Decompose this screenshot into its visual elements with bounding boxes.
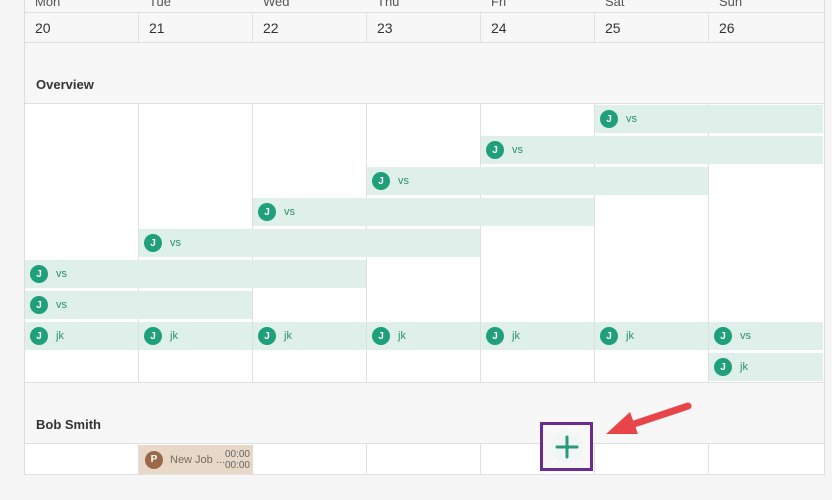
arrow-icon <box>606 402 692 434</box>
column-divider <box>480 12 481 43</box>
avatar: J <box>486 327 504 345</box>
event-label: vs <box>56 299 67 311</box>
event-bar[interactable]: J jk <box>595 322 708 350</box>
avatar: J <box>714 327 732 345</box>
section-title-bob-smith: Bob Smith <box>36 417 101 432</box>
day-number-21[interactable]: 21 <box>149 20 165 36</box>
divider <box>25 382 824 383</box>
event-bar[interactable]: J jk <box>709 353 823 381</box>
event-label: vs <box>398 175 409 187</box>
event-bar[interactable]: J jk <box>139 322 252 350</box>
job-event[interactable]: P New Job ... 00:00 00:00 <box>139 445 253 474</box>
event-label: vs <box>170 237 181 249</box>
event-bar[interactable]: J jk <box>367 322 480 350</box>
column-divider <box>138 12 139 43</box>
event-bar[interactable]: J vs <box>25 260 366 288</box>
day-name-sun: Sun <box>719 0 743 9</box>
event-bar[interactable]: J jk <box>481 322 594 350</box>
job-title: New Job ... <box>170 453 226 466</box>
avatar: P <box>145 450 163 469</box>
add-circle[interactable] <box>550 430 583 463</box>
event-label: jk <box>56 330 64 342</box>
day-number-20[interactable]: 20 <box>35 20 51 36</box>
event-bar[interactable]: J jk <box>25 322 138 350</box>
event-bar[interactable]: J vs <box>367 167 708 195</box>
divider <box>25 474 824 475</box>
day-number-26[interactable]: 26 <box>719 20 735 36</box>
job-times: 00:00 00:00 <box>225 449 250 471</box>
event-label: jk <box>512 330 520 342</box>
event-label: jk <box>626 330 634 342</box>
avatar: J <box>144 327 162 345</box>
job-start-time: 00:00 <box>224 449 250 460</box>
avatar: J <box>30 296 48 314</box>
event-bar[interactable]: J vs <box>481 136 823 164</box>
day-name-mon: Mon <box>35 0 61 9</box>
day-number-25[interactable]: 25 <box>605 20 621 36</box>
section-title-overview: Overview <box>36 77 94 92</box>
event-label: vs <box>56 268 67 280</box>
avatar: J <box>486 141 504 159</box>
column-divider <box>594 444 595 474</box>
divider <box>25 42 824 43</box>
column-divider <box>252 12 253 43</box>
day-name-thu: Thu <box>377 0 400 9</box>
avatar: J <box>144 234 162 252</box>
event-bar[interactable]: J vs <box>25 291 252 319</box>
event-label: jk <box>284 330 292 342</box>
avatar: J <box>600 327 618 345</box>
avatar: J <box>30 327 48 345</box>
column-divider <box>708 444 709 474</box>
event-label: vs <box>512 144 523 156</box>
event-label: jk <box>740 361 748 373</box>
column-divider <box>366 12 367 43</box>
avatar: J <box>714 358 732 376</box>
avatar: J <box>258 203 276 221</box>
job-end-time: 00:00 <box>224 460 250 471</box>
column-divider <box>708 12 709 43</box>
divider <box>25 12 824 13</box>
day-name-fri: Fri <box>491 0 507 9</box>
calendar: Mon Tue Wed Thu Fri Sat Sun 20 21 22 23 … <box>24 0 825 475</box>
event-label: vs <box>284 206 295 218</box>
event-bar[interactable]: J vs <box>139 229 480 257</box>
avatar: J <box>600 110 618 128</box>
day-name-tue: Tue <box>149 0 171 9</box>
event-label: vs <box>626 113 637 125</box>
event-bar[interactable]: J jk <box>253 322 366 350</box>
event-label: jk <box>398 330 406 342</box>
day-number-22[interactable]: 22 <box>263 20 279 36</box>
divider <box>25 103 824 104</box>
day-number-23[interactable]: 23 <box>377 20 393 36</box>
event-bar[interactable]: J vs <box>253 198 594 226</box>
day-name-sat: Sat <box>605 0 625 9</box>
event-label: jk <box>170 330 178 342</box>
day-name-wed: Wed <box>263 0 290 9</box>
avatar: J <box>372 327 390 345</box>
divider <box>25 443 824 444</box>
column-divider <box>480 444 481 474</box>
event-label: vs <box>740 330 751 342</box>
add-job-button[interactable] <box>540 422 593 471</box>
avatar: J <box>30 265 48 283</box>
day-number-24[interactable]: 24 <box>491 20 507 36</box>
column-divider <box>366 444 367 474</box>
plus-icon <box>555 435 578 458</box>
event-bar[interactable]: J vs <box>595 105 823 133</box>
column-divider <box>594 12 595 43</box>
avatar: J <box>372 172 390 190</box>
event-bar[interactable]: J vs <box>709 322 823 350</box>
avatar: J <box>258 327 276 345</box>
